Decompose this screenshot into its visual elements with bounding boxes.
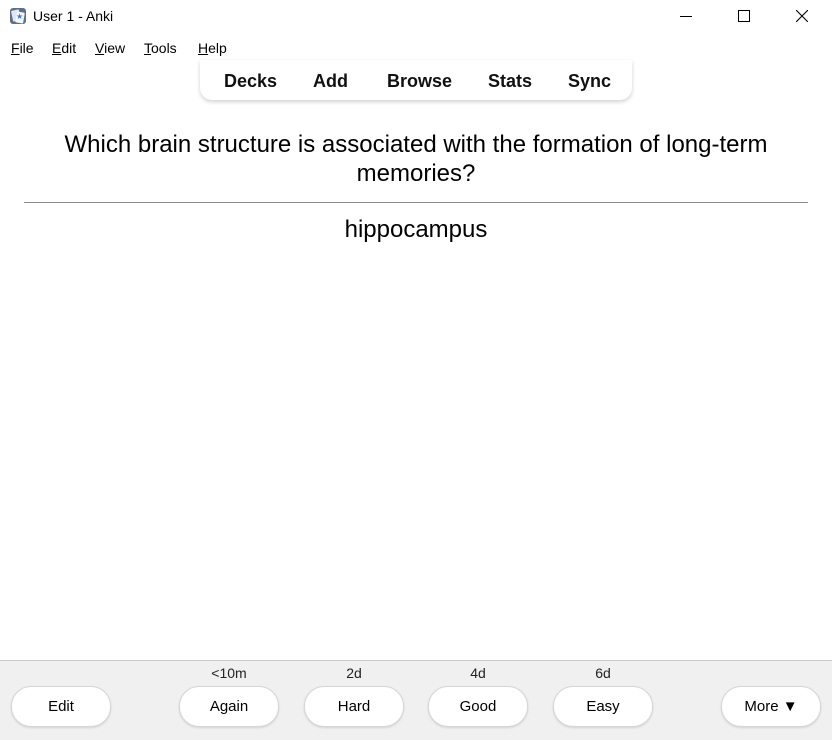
- card-answer: hippocampus: [344, 216, 488, 243]
- answer-divider: [24, 202, 808, 203]
- easy-interval: 6d: [595, 665, 611, 681]
- edit-button[interactable]: Edit: [11, 686, 111, 727]
- toolbar-decks-link[interactable]: Decks: [224, 71, 277, 92]
- easy-button[interactable]: Easy: [553, 686, 653, 727]
- toolbar-browse-link[interactable]: Browse: [387, 71, 452, 92]
- minimize-icon: [680, 16, 692, 17]
- minimize-button[interactable]: [657, 0, 715, 32]
- again-interval: <10m: [211, 665, 247, 681]
- card-question: Which brain structure is associated with…: [64, 131, 768, 187]
- close-icon: [796, 10, 808, 22]
- menu-file[interactable]: File: [11, 40, 34, 56]
- maximize-icon: [738, 10, 750, 22]
- menu-edit[interactable]: Edit: [52, 40, 76, 56]
- again-button[interactable]: Again: [179, 686, 279, 727]
- anki-icon: ★: [10, 8, 26, 24]
- menu-tools[interactable]: Tools: [144, 40, 177, 56]
- good-interval: 4d: [470, 665, 486, 681]
- menu-help[interactable]: Help: [198, 40, 227, 56]
- toolbar-sync-link[interactable]: Sync: [568, 71, 611, 92]
- review-bottom-bar: Edit <10m Again 2d Hard 4d Good 6d Easy …: [0, 660, 832, 740]
- close-button[interactable]: [773, 0, 831, 32]
- main-toolbar: Decks Add Browse Stats Sync: [200, 60, 632, 100]
- hard-interval: 2d: [346, 665, 362, 681]
- hard-button[interactable]: Hard: [304, 686, 404, 727]
- menu-bar: File Edit View Tools Help: [0, 34, 832, 60]
- good-button[interactable]: Good: [428, 686, 528, 727]
- more-button[interactable]: More ▼: [721, 686, 821, 727]
- title-bar: ★ User 1 - Anki: [0, 0, 832, 34]
- toolbar-stats-link[interactable]: Stats: [488, 71, 532, 92]
- maximize-button[interactable]: [715, 0, 773, 32]
- toolbar-add-link[interactable]: Add: [313, 71, 348, 92]
- menu-view[interactable]: View: [95, 40, 125, 56]
- window-title: User 1 - Anki: [33, 8, 114, 24]
